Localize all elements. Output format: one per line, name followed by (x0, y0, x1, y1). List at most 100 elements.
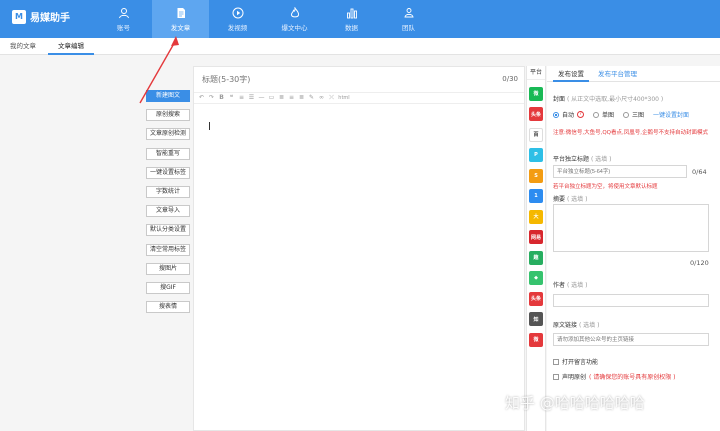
clear-tags-button[interactable]: 清空常用标签 (146, 243, 190, 256)
html-icon[interactable]: html (337, 94, 351, 102)
undo-icon[interactable]: ↶ (197, 94, 206, 102)
app-name: 易媒助手 (30, 13, 70, 24)
new-article-button[interactable]: 新建图文 (146, 90, 190, 102)
tab-my-articles[interactable]: 我的文章 (0, 38, 46, 55)
comment-option: 打开留言功能 (553, 357, 598, 366)
search-images-button[interactable]: 搜图片 (146, 262, 190, 275)
watermark: 知乎 @哈哈哈哈哈哈 (505, 394, 645, 412)
platform-header: 平台 (527, 66, 545, 80)
brush-icon[interactable]: ✎ (307, 94, 316, 102)
baijia-icon[interactable]: 百 (529, 127, 543, 142)
text-caret[interactable] (209, 122, 210, 130)
smart-rewrite-button[interactable]: 智能重写 (146, 147, 190, 160)
hr-icon[interactable]: — (257, 94, 266, 102)
cover-label: 封面 (553, 96, 566, 103)
nav-label: 发文章 (170, 23, 191, 32)
panel-tabs: 发布设置 发布平台管理 (547, 66, 720, 82)
title-input[interactable] (202, 73, 462, 85)
set-tags-button[interactable]: 一键设置标签 (146, 166, 190, 179)
toutiao-icon[interactable]: 头条 (529, 107, 543, 121)
origin-link-input[interactable] (553, 333, 709, 346)
declare-hint: ( 请确保您的账号具有原创权限 ) (589, 374, 676, 381)
sub-tab-bar: 我的文章 文章编辑 (0, 38, 720, 55)
word-count-button[interactable]: 字数统计 (146, 185, 190, 198)
search-emoji-button[interactable]: 搜表情 (146, 301, 190, 314)
weibo-icon[interactable]: 微 (529, 332, 543, 347)
bold-icon[interactable]: B (217, 94, 226, 102)
indep-title-input[interactable] (553, 165, 687, 178)
cover-warning: 注意:微信号,大鱼号,QQ看点,凤凰号,企鹅号不支持自动封面模式 (553, 130, 709, 136)
author-input[interactable] (553, 294, 709, 307)
originality-check-button[interactable]: 文章原创检测 (146, 128, 190, 141)
import-article-button[interactable]: 文章导入 (146, 205, 190, 218)
indep-title-warning: 若平台独立标题为空，将使用文章默认标题 (553, 184, 658, 190)
wechat-icon[interactable]: 微 (529, 86, 543, 101)
origin-label-row: 原文链接 ( 选填 ) (553, 320, 599, 329)
yidian-icon[interactable]: 1 (529, 189, 543, 203)
title-char-count: 0/30 (502, 75, 518, 83)
cover-options: 自动 ? 单图 三图 一键设置封面 (553, 110, 689, 119)
nav-item-account[interactable]: 账号 (95, 0, 152, 38)
comment-checkbox[interactable] (553, 358, 559, 365)
summary-count: 0/120 (690, 259, 709, 267)
nav-label: 团队 (402, 23, 415, 32)
douyin-icon[interactable]: 头条 (529, 291, 543, 306)
original-search-button[interactable]: 原创搜索 (146, 109, 190, 122)
netease-icon[interactable]: 网易 (529, 230, 543, 244)
unlink-icon[interactable]: ⤫ (327, 94, 336, 102)
set-cover-link[interactable]: 一键设置封面 (653, 110, 689, 119)
editor-toolbar: ↶ ↷ B ❝ ≡ ☰ — ▭ ≣ ≡ ≣ ✎ ∞ ⤫ html (194, 92, 524, 104)
declare-option: 声明原创 ( 请确保您的账号具有原创权限 ) (553, 372, 676, 381)
nav-item-hot[interactable]: 爆文中心 (266, 0, 323, 38)
align-center-icon[interactable]: ≡ (287, 94, 296, 102)
search-gif-button[interactable]: 搜GIF (146, 281, 190, 294)
nav-label: 账号 (117, 23, 130, 32)
nav-item-video[interactable]: 发视频 (209, 0, 266, 38)
flame-icon (290, 6, 299, 17)
brand[interactable]: M 易媒助手 (12, 9, 70, 24)
list-ordered-icon[interactable]: ≡ (237, 94, 246, 102)
yidianzixun-icon[interactable]: ◆ (529, 271, 543, 285)
article-editor: 0/30 ↶ ↷ B ❝ ≡ ☰ — ▭ ≣ ≡ ≣ ✎ ∞ ⤫ html (193, 66, 525, 431)
play-icon (232, 7, 243, 18)
top-nav-bar: M 易媒助手 账号 发文章 发视频 爆文中心 数据 团队 (0, 0, 720, 38)
cover-single-label: 单图 (602, 112, 615, 119)
align-left-icon[interactable]: ≣ (277, 94, 286, 102)
bar-chart-icon (346, 8, 357, 18)
logo-icon: M (12, 9, 26, 24)
redo-icon[interactable]: ↷ (207, 94, 216, 102)
nav-item-post[interactable]: 发文章 (152, 0, 209, 38)
qutoutiao-icon[interactable]: 趣 (529, 250, 543, 265)
sohu-icon[interactable]: S (529, 168, 543, 183)
cover-hint: ( 从正文中选取,最小尺寸400*300 ) (566, 96, 664, 103)
cover-single-radio[interactable] (593, 111, 600, 118)
help-icon[interactable]: ? (577, 111, 585, 118)
summary-label: 摘要 (553, 196, 566, 203)
image-icon[interactable]: ▭ (267, 94, 276, 102)
user-icon (118, 7, 129, 18)
nav-item-data[interactable]: 数据 (323, 0, 380, 38)
list-unordered-icon[interactable]: ☰ (247, 94, 256, 102)
penguin-icon[interactable]: P (529, 148, 543, 162)
tab-publish-settings[interactable]: 发布设置 (553, 66, 589, 82)
cover-auto-radio[interactable] (553, 111, 559, 118)
default-category-button[interactable]: 默认分类设置 (146, 224, 190, 237)
tab-article-edit[interactable]: 文章编辑 (48, 38, 94, 55)
summary-textarea[interactable] (553, 204, 709, 252)
tab-platform-manage[interactable]: 发布平台管理 (593, 66, 642, 82)
publish-settings-panel: 发布设置 发布平台管理 封面 ( 从正文中选取,最小尺寸400*300 ) 自动… (547, 66, 720, 431)
nav-item-team[interactable]: 团队 (380, 0, 437, 38)
link-icon[interactable]: ∞ (317, 94, 326, 102)
quote-icon[interactable]: ❝ (227, 94, 236, 102)
align-right-icon[interactable]: ≣ (297, 94, 306, 102)
origin-hint: ( 选填 ) (578, 322, 600, 329)
nav-label: 发视频 (227, 23, 248, 32)
dayu-icon[interactable]: 大 (529, 209, 543, 224)
cover-triple-radio[interactable] (623, 111, 630, 118)
declare-label: 声明原创 (562, 374, 587, 381)
zhihu-icon[interactable]: 知 (529, 312, 543, 326)
origin-label: 原文链接 (553, 322, 578, 329)
declare-checkbox[interactable] (553, 373, 559, 380)
nav-label: 爆文中心 (281, 23, 308, 32)
author-label-row: 作者 ( 选填 ) (553, 280, 587, 289)
